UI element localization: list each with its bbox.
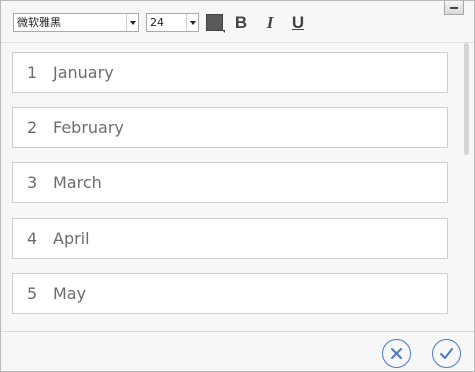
underline-button[interactable]: U	[288, 12, 308, 34]
chevron-down-icon[interactable]	[186, 14, 198, 31]
font-family-value: 微软雅黑	[17, 16, 61, 29]
item-label: April	[53, 229, 90, 248]
item-label: May	[53, 284, 87, 303]
item-number: 1	[27, 63, 38, 82]
editor-window: 微软雅黑 24 B I U 1 January 2 February 3 Mar…	[0, 0, 475, 372]
list-item[interactable]: 3 March	[12, 162, 448, 203]
item-label: March	[53, 173, 102, 192]
confirm-button[interactable]	[432, 339, 461, 368]
list-item[interactable]: 1 January	[12, 52, 448, 93]
font-size-select[interactable]: 24	[146, 13, 199, 32]
list-item[interactable]: 4 April	[12, 218, 448, 259]
close-icon	[391, 348, 402, 359]
item-number: 4	[27, 229, 38, 248]
check-icon	[440, 348, 453, 359]
font-family-select[interactable]: 微软雅黑	[13, 13, 139, 32]
minimize-button[interactable]	[444, 1, 464, 15]
item-label: February	[53, 118, 124, 137]
bold-button[interactable]: B	[231, 12, 251, 34]
item-number: 2	[27, 118, 38, 137]
month-list: 1 January 2 February 3 March 4 April 5 M…	[1, 43, 474, 331]
list-item[interactable]: 5 May	[12, 273, 448, 314]
text-color-picker[interactable]	[206, 14, 225, 33]
scrollbar-thumb[interactable]	[464, 43, 469, 155]
format-toolbar: 微软雅黑 24 B I U	[1, 1, 474, 43]
item-number: 3	[27, 173, 38, 192]
font-size-value: 24	[150, 16, 164, 29]
list-item[interactable]: 2 February	[12, 107, 448, 148]
cancel-button[interactable]	[382, 339, 411, 368]
item-number: 5	[27, 284, 38, 303]
dialog-footer	[1, 331, 474, 371]
chevron-down-icon[interactable]	[126, 14, 138, 31]
item-label: January	[53, 63, 114, 82]
italic-button[interactable]: I	[260, 12, 280, 34]
